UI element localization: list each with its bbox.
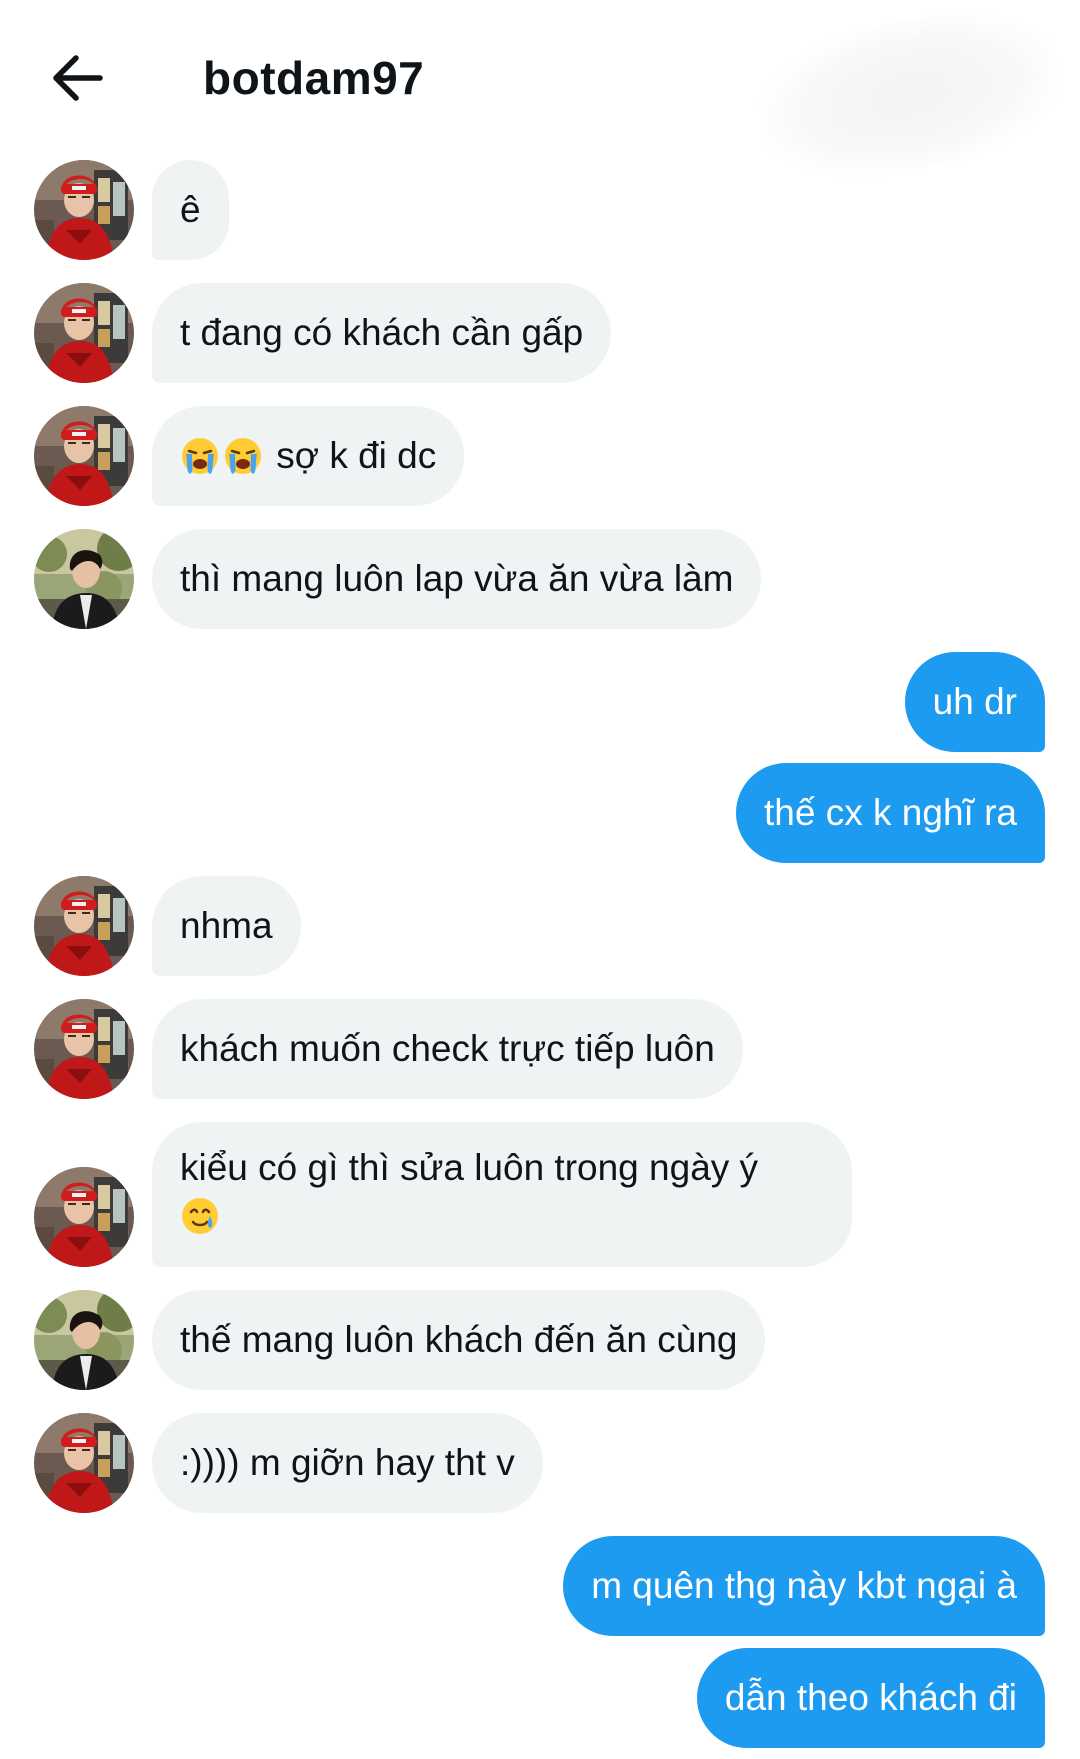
avatar[interactable]: [34, 999, 134, 1099]
message-text: ê: [180, 189, 201, 230]
message-bubble[interactable]: khách muốn check trực tiếp luôn: [152, 999, 743, 1099]
avatar[interactable]: [34, 160, 134, 260]
message-text: m quên thg này kbt ngại à: [591, 1565, 1017, 1606]
avatar[interactable]: [34, 406, 134, 506]
loudly-crying-face-icon: [180, 436, 220, 476]
smiling-face-with-tear-icon: [180, 1196, 220, 1236]
message-row: khách muốn check trực tiếp luôn: [0, 999, 1080, 1099]
message-text: dẫn theo khách đi: [724, 1677, 1017, 1718]
message-bubble[interactable]: uh dr: [904, 652, 1045, 752]
avatar[interactable]: [34, 283, 134, 383]
message-bubble[interactable]: nhma: [152, 876, 301, 976]
message-text: nhma: [180, 905, 273, 946]
message-row: thế mang luôn khách đến ăn cùng: [0, 1290, 1080, 1390]
message-text: thì mang luôn lap vừa ăn vừa làm: [180, 558, 734, 599]
message-row: uh dr: [0, 652, 1080, 752]
message-bubble[interactable]: m quên thg này kbt ngại à: [563, 1536, 1045, 1636]
message-row: t đang có khách cần gấp: [0, 283, 1080, 383]
message-bubble[interactable]: t đang có khách cần gấp: [152, 283, 612, 383]
message-row: nhma: [0, 876, 1080, 976]
message-text: thế cx k nghĩ ra: [764, 792, 1017, 833]
message-row: ê: [0, 160, 1080, 260]
message-bubble[interactable]: sợ k đi dc: [152, 406, 465, 506]
message-bubble[interactable]: thì mang luôn lap vừa ăn vừa làm: [152, 529, 762, 629]
message-row: thế cx k nghĩ ra: [0, 763, 1080, 863]
message-row: m quên thg này kbt ngại à: [0, 1536, 1080, 1636]
avatar[interactable]: [34, 1290, 134, 1390]
message-text: uh dr: [932, 681, 1017, 722]
message-text: t đang có khách cần gấp: [180, 312, 584, 353]
message-text: thế mang luôn khách đến ăn cùng: [180, 1319, 738, 1360]
avatar[interactable]: [34, 1413, 134, 1513]
avatar[interactable]: [34, 529, 134, 629]
message-text: khách muốn check trực tiếp luôn: [180, 1028, 715, 1069]
message-bubble[interactable]: thế mang luôn khách đến ăn cùng: [152, 1290, 766, 1390]
message-row: dẫn theo khách đi: [0, 1648, 1080, 1748]
message-bubble[interactable]: ê: [152, 160, 229, 260]
avatar[interactable]: [34, 876, 134, 976]
loudly-crying-face-icon: [223, 436, 263, 476]
message-text: kiểu có gì thì sửa luôn trong ngày ý: [180, 1147, 759, 1188]
message-row: thì mang luôn lap vừa ăn vừa làm: [0, 529, 1080, 629]
message-bubble[interactable]: thế cx k nghĩ ra: [736, 763, 1045, 863]
message-row: sợ k đi dc: [0, 406, 1080, 506]
message-bubble[interactable]: :)))) m giỡn hay tht v: [152, 1413, 543, 1513]
message-bubble[interactable]: kiểu có gì thì sửa luôn trong ngày ý: [152, 1122, 852, 1267]
message-row: :)))) m giỡn hay tht v: [0, 1413, 1080, 1513]
avatar[interactable]: [34, 1167, 134, 1267]
message-row: kiểu có gì thì sửa luôn trong ngày ý: [0, 1122, 1080, 1267]
message-text: sợ k đi dc: [276, 435, 437, 476]
message-text: :)))) m giỡn hay tht v: [180, 1442, 515, 1483]
message-list: ê t đang có khách cần gấp sợ k đi dc thì…: [0, 0, 1080, 1759]
message-bubble[interactable]: dẫn theo khách đi: [696, 1648, 1045, 1748]
